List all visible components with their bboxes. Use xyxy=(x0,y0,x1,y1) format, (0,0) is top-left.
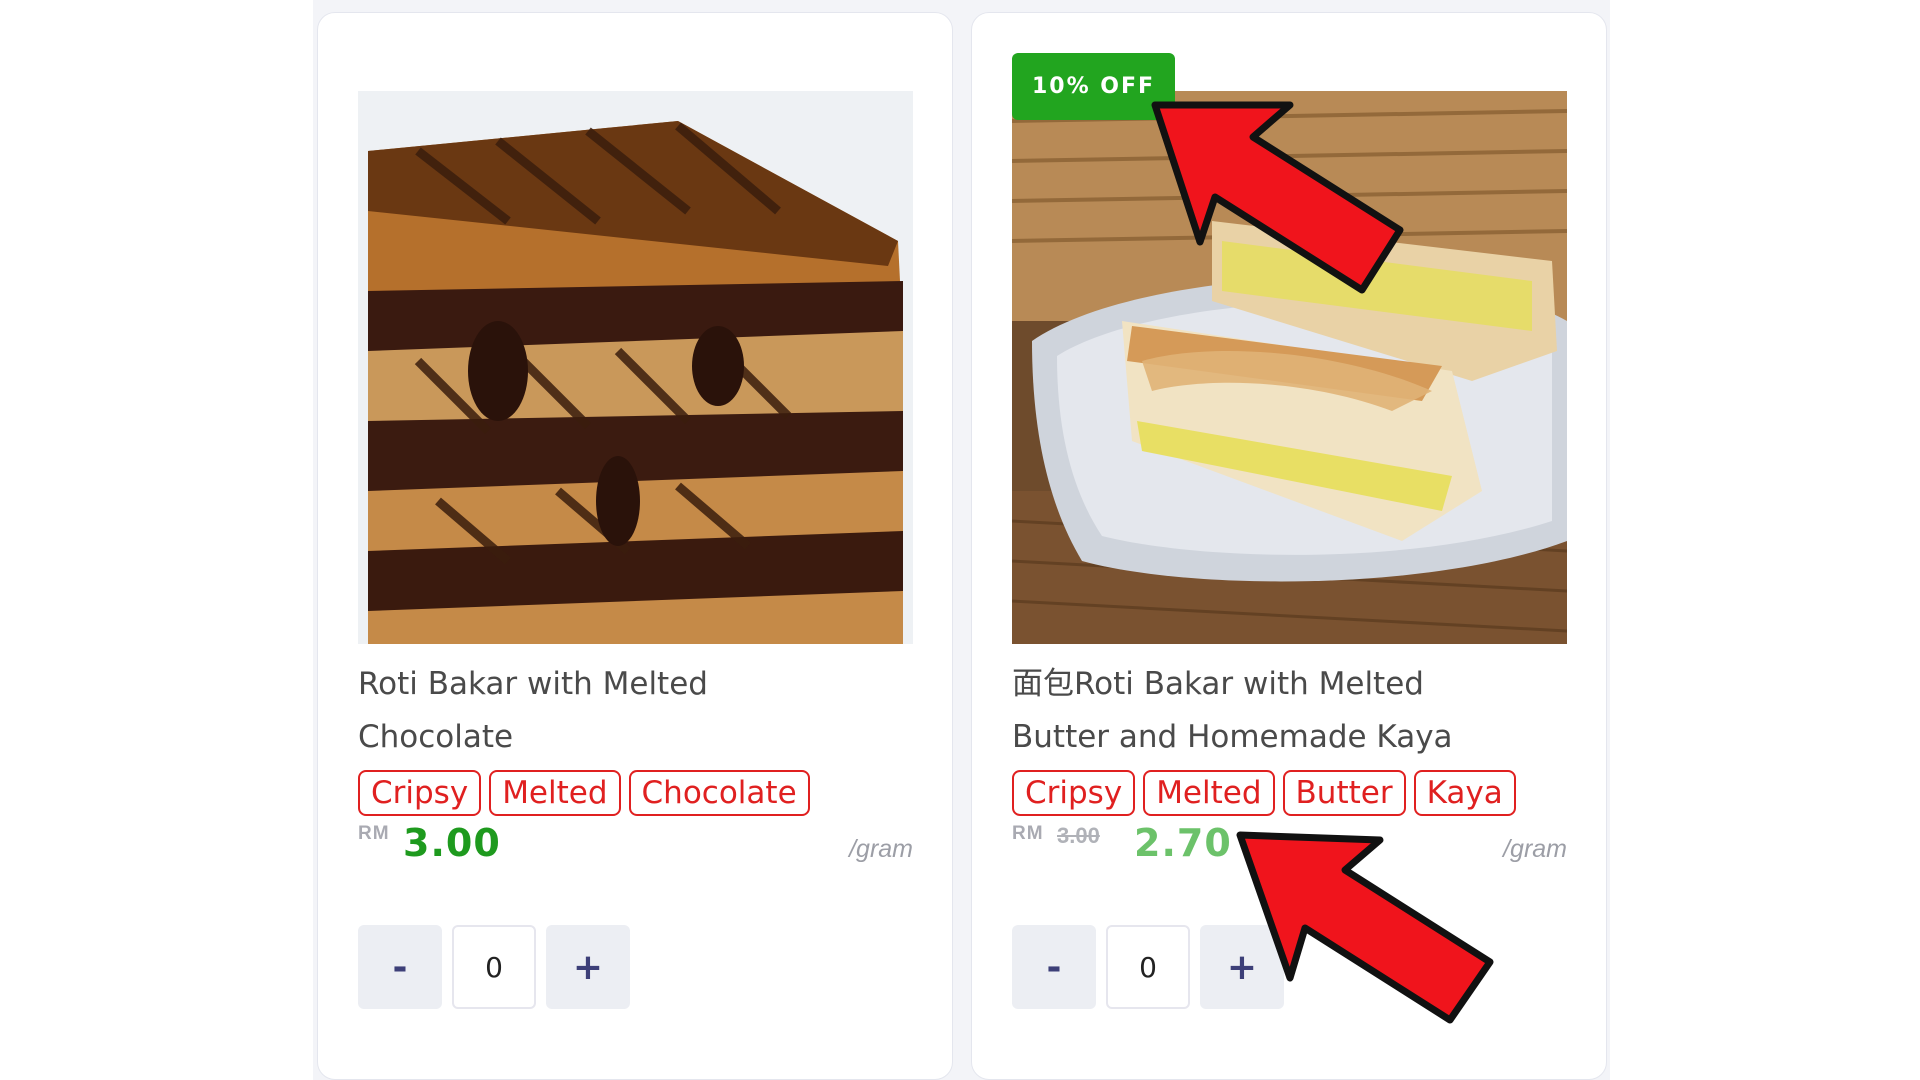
sale-price: 2.70 xyxy=(1134,821,1232,865)
tag-kaya: Kaya xyxy=(1413,770,1516,816)
tag-cripsy: Cripsy xyxy=(358,770,482,816)
product-title[interactable]: 面包Roti Bakar with Melted Butter and Home… xyxy=(1012,658,1572,764)
product-title-line: 面包Roti Bakar with Melted xyxy=(1012,666,1424,702)
tag-list: Cripsy Melted Butter Kaya xyxy=(1012,770,1516,816)
tag-list: Cripsy Melted Chocolate xyxy=(358,770,810,816)
decrease-quantity-button[interactable]: - xyxy=(1012,925,1096,1009)
increase-quantity-button[interactable]: + xyxy=(1200,925,1284,1009)
product-title-line: Butter and Homemade Kaya xyxy=(1012,719,1453,755)
quantity-input[interactable] xyxy=(452,925,536,1009)
product-title-line: Roti Bakar with Melted xyxy=(358,666,708,702)
discount-badge: 10% OFF xyxy=(1012,53,1175,120)
currency-label: RM xyxy=(358,823,390,844)
currency-label: RM xyxy=(1012,823,1044,844)
product-image[interactable] xyxy=(358,91,913,644)
price-row: RM 3.00 2.70 /gram xyxy=(1012,821,1567,865)
product-image[interactable] xyxy=(1012,91,1567,644)
product-title-line: Chocolate xyxy=(358,719,514,755)
tag-cripsy: Cripsy xyxy=(1012,770,1136,816)
tag-butter: Butter xyxy=(1282,770,1406,816)
price: 3.00 xyxy=(403,821,501,865)
product-card: 10% OFF 面包Roti Bakar with Melted Butter … xyxy=(971,12,1607,1080)
product-card: Roti Bakar with Melted Chocolate Cripsy … xyxy=(317,12,953,1080)
price-row: RM 3.00 /gram xyxy=(358,821,913,865)
increase-quantity-button[interactable]: + xyxy=(546,925,630,1009)
tag-melted: Melted xyxy=(1143,770,1275,816)
decrease-quantity-button[interactable]: - xyxy=(358,925,442,1009)
unit-label: /gram xyxy=(849,835,913,863)
chocolate-sandwich-image xyxy=(358,91,913,644)
quantity-stepper: - + xyxy=(358,925,630,1009)
unit-label: /gram xyxy=(1503,835,1567,863)
kaya-toast-image xyxy=(1012,91,1567,644)
tag-melted: Melted xyxy=(489,770,621,816)
tag-chocolate: Chocolate xyxy=(628,770,810,816)
quantity-stepper: - + xyxy=(1012,925,1284,1009)
quantity-input[interactable] xyxy=(1106,925,1190,1009)
original-price: 3.00 xyxy=(1057,823,1100,848)
product-title[interactable]: Roti Bakar with Melted Chocolate xyxy=(358,658,918,764)
